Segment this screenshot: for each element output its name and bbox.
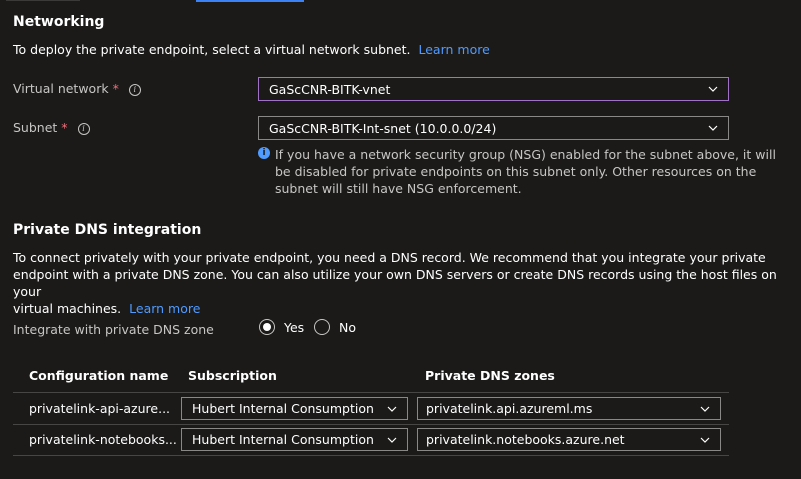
radio-yes[interactable]	[259, 319, 275, 335]
subscription-value: Hubert Internal Consumption	[192, 432, 374, 447]
radio-no-group[interactable]: No	[314, 319, 356, 335]
chevron-down-icon	[700, 437, 710, 443]
subnet-dropdown[interactable]: GaScCNR-BITK-Int-snet (10.0.0.0/24)	[258, 116, 729, 140]
dns-description-text: virtual machines.	[13, 301, 122, 316]
table-divider	[13, 424, 729, 425]
nsg-note-line: If you have a network security group (NS…	[275, 147, 776, 162]
dns-description-line: virtual machines. Learn more	[13, 300, 801, 317]
private-dns-zone-dropdown[interactable]: privatelink.api.azureml.ms	[417, 397, 721, 420]
chevron-down-icon	[387, 437, 397, 443]
networking-description: To deploy the private endpoint, select a…	[13, 42, 411, 57]
private-dns-zone-dropdown[interactable]: privatelink.notebooks.azure.net	[417, 428, 721, 451]
integrate-dns-label: Integrate with private DNS zone	[13, 322, 214, 337]
column-header-configuration-name: Configuration name	[29, 368, 169, 383]
config-name-cell: privatelink-notebooks...	[29, 432, 177, 447]
radio-yes-label: Yes	[284, 319, 305, 335]
required-marker: *	[112, 81, 119, 96]
subnet-value: GaScCNR-BITK-Int-snet (10.0.0.0/24)	[269, 120, 497, 136]
virtual-network-value: GaScCNR-BITK-vnet	[269, 81, 391, 97]
table-divider	[13, 455, 729, 456]
radio-no[interactable]	[314, 319, 330, 335]
chevron-down-icon	[387, 406, 397, 412]
private-dns-zone-value: privatelink.notebooks.azure.net	[426, 432, 625, 447]
config-name-cell: privatelink-api-azure...	[29, 401, 171, 416]
nsg-note: If you have a network security group (NS…	[275, 146, 776, 197]
subscription-dropdown[interactable]: Hubert Internal Consumption	[181, 428, 408, 451]
dns-description-line: To connect privately with your private e…	[13, 250, 766, 265]
chevron-down-icon	[700, 406, 710, 412]
info-icon[interactable]: i	[128, 83, 141, 96]
info-icon[interactable]: i	[77, 122, 90, 135]
subnet-label-row: Subnet * i	[13, 120, 90, 135]
virtual-network-dropdown[interactable]: GaScCNR-BITK-vnet	[258, 77, 729, 101]
radio-no-label: No	[339, 319, 356, 335]
chevron-down-icon	[708, 125, 718, 131]
radio-yes-group[interactable]: Yes	[259, 319, 304, 335]
networking-description-row: To deploy the private endpoint, select a…	[13, 42, 490, 57]
dns-description-line: endpoint with a private DNS zone. You ca…	[13, 267, 777, 299]
tab-indicator	[6, 0, 80, 1]
virtual-network-label-row: Virtual network * i	[13, 81, 141, 96]
nsg-note-line: subnet will still have NSG enforcement.	[275, 181, 522, 196]
table-divider	[13, 392, 729, 393]
chevron-down-icon	[708, 86, 718, 92]
nsg-note-line: be disabled for private endpoints on thi…	[275, 164, 757, 179]
required-marker: *	[61, 120, 68, 135]
subscription-dropdown[interactable]: Hubert Internal Consumption	[181, 397, 408, 420]
private-dns-zone-value: privatelink.api.azureml.ms	[426, 401, 593, 416]
networking-learn-more-link[interactable]: Learn more	[418, 42, 489, 57]
virtual-network-label: Virtual network	[13, 81, 109, 96]
info-filled-icon: i	[258, 147, 270, 159]
dns-learn-more-link[interactable]: Learn more	[129, 301, 200, 316]
tab-indicator-active	[196, 0, 304, 2]
subnet-label: Subnet	[13, 120, 58, 135]
dns-description: To connect privately with your private e…	[13, 249, 801, 317]
column-header-private-dns-zones: Private DNS zones	[425, 368, 555, 383]
column-header-subscription: Subscription	[188, 368, 277, 383]
dns-title: Private DNS integration	[13, 222, 202, 238]
networking-title: Networking	[13, 14, 105, 30]
subscription-value: Hubert Internal Consumption	[192, 401, 374, 416]
